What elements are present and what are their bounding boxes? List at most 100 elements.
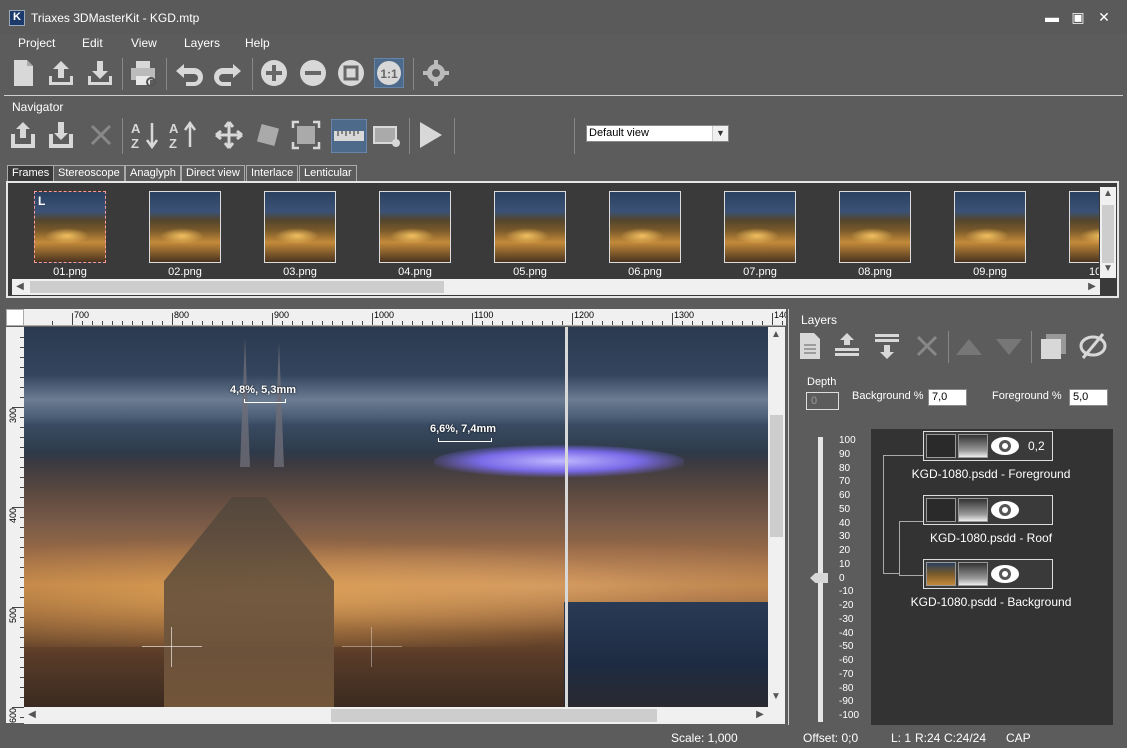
frame-thumbnail[interactable]: 02.png bbox=[149, 191, 221, 278]
visibility-eye-icon[interactable] bbox=[990, 564, 1020, 584]
import-icon[interactable] bbox=[8, 120, 38, 150]
frames-horizontal-scrollbar[interactable]: ◀ ▶ bbox=[12, 279, 1100, 295]
frame-thumbnail[interactable]: 06.png bbox=[609, 191, 681, 278]
frame-thumbnail[interactable]: 05.png bbox=[494, 191, 566, 278]
menu-project[interactable]: Project bbox=[18, 36, 55, 50]
close-button[interactable]: ✕ bbox=[1095, 8, 1113, 26]
ruler-label: 1300 bbox=[674, 310, 695, 320]
tab-stereoscope[interactable]: Stereoscope bbox=[53, 165, 125, 181]
frame-thumbnail[interactable]: 07.png bbox=[724, 191, 796, 278]
crop-icon[interactable] bbox=[291, 120, 321, 150]
ruler-tick bbox=[82, 321, 83, 325]
ruler-tick bbox=[762, 321, 763, 325]
chevron-down-icon[interactable]: ▼ bbox=[712, 126, 728, 141]
tab-interlace[interactable]: Interlace bbox=[246, 165, 299, 181]
menu-layers[interactable]: Layers bbox=[184, 36, 220, 50]
frames-vertical-scrollbar[interactable]: ▲ ▼ bbox=[1100, 187, 1116, 278]
scroll-right-icon[interactable]: ▶ bbox=[752, 709, 768, 720]
zoom-out-icon[interactable] bbox=[298, 58, 328, 88]
foreground-percent-input[interactable]: 5,0 bbox=[1069, 389, 1108, 406]
undo-icon[interactable] bbox=[174, 58, 204, 88]
frame-thumbnail[interactable]: 10 bbox=[1069, 191, 1099, 277]
scrollbar-thumb[interactable] bbox=[30, 281, 444, 293]
frame-image bbox=[1069, 191, 1099, 263]
zoom-actual-icon[interactable]: 1:1 bbox=[374, 58, 404, 88]
hide-layer-icon[interactable] bbox=[1078, 331, 1108, 361]
layer-roof-row[interactable] bbox=[923, 495, 1053, 525]
view-mode-select[interactable]: Default view ▼ bbox=[586, 125, 729, 142]
frame-thumbnail[interactable]: 03.png bbox=[264, 191, 336, 278]
foreground-percent-label: Foreground % bbox=[992, 390, 1062, 402]
ruler-tick bbox=[402, 321, 403, 325]
ruler-tick bbox=[112, 321, 113, 325]
frame-settings-icon[interactable] bbox=[371, 120, 401, 150]
stereo-split-line[interactable] bbox=[565, 327, 568, 707]
menu-help[interactable]: Help bbox=[245, 36, 270, 50]
maximize-button[interactable]: ▣ bbox=[1069, 8, 1087, 26]
background-percent-input[interactable]: 7,0 bbox=[928, 389, 967, 406]
layer-up-icon[interactable] bbox=[832, 331, 862, 361]
tab-anaglyph[interactable]: Anaglyph bbox=[125, 165, 181, 181]
export-icon[interactable] bbox=[46, 120, 76, 150]
ruler-label: 700 bbox=[74, 310, 90, 320]
menu-edit[interactable]: Edit bbox=[82, 36, 103, 50]
ruler-tick bbox=[382, 321, 383, 325]
upload-icon[interactable] bbox=[46, 58, 76, 88]
frame-thumbnail[interactable]: L 01.png bbox=[34, 191, 106, 278]
minimize-button[interactable]: ▬ bbox=[1043, 8, 1061, 26]
layer-down-icon[interactable] bbox=[872, 331, 902, 361]
new-layer-icon[interactable] bbox=[795, 331, 825, 361]
ruler-tick bbox=[192, 321, 193, 325]
visibility-eye-icon[interactable] bbox=[990, 500, 1020, 520]
canvas-horizontal-scrollbar[interactable]: ◀ ▶ bbox=[24, 707, 768, 724]
redo-icon[interactable] bbox=[213, 58, 243, 88]
scrollbar-thumb[interactable] bbox=[770, 415, 783, 537]
layer-foreground-row[interactable]: 0,2 bbox=[923, 431, 1053, 461]
visibility-eye-icon[interactable] bbox=[990, 436, 1020, 456]
stereo-preview-canvas[interactable]: 4,8%, 5,3mm 6,6%, 7,4mm bbox=[24, 327, 768, 707]
scroll-right-icon[interactable]: ▶ bbox=[1084, 281, 1100, 292]
ruler-tick bbox=[252, 321, 253, 325]
print-icon[interactable] bbox=[128, 58, 158, 88]
move-layer-down-icon[interactable] bbox=[994, 331, 1024, 361]
frame-thumbnail[interactable]: 09.png bbox=[954, 191, 1026, 278]
delete-layer-icon[interactable] bbox=[912, 331, 942, 361]
scroll-down-icon[interactable]: ▼ bbox=[1100, 263, 1116, 274]
delete-icon[interactable] bbox=[86, 120, 116, 150]
scroll-up-icon[interactable]: ▲ bbox=[1100, 188, 1116, 199]
depth-scale-label: -20 bbox=[839, 600, 854, 611]
scroll-up-icon[interactable]: ▲ bbox=[768, 329, 784, 340]
zoom-fit-icon[interactable] bbox=[336, 58, 366, 88]
download-icon[interactable] bbox=[85, 58, 115, 88]
depth-input[interactable]: 0 bbox=[806, 392, 839, 410]
svg-text:A: A bbox=[131, 121, 141, 136]
ruler-icon[interactable] bbox=[331, 119, 367, 153]
depth-slider-thumb[interactable] bbox=[810, 573, 828, 583]
scroll-left-icon[interactable]: ◀ bbox=[12, 281, 28, 292]
scroll-left-icon[interactable]: ◀ bbox=[24, 709, 40, 720]
zoom-in-icon[interactable] bbox=[259, 58, 289, 88]
menu-view[interactable]: View bbox=[131, 36, 157, 50]
move-layer-up-icon[interactable] bbox=[954, 331, 984, 361]
frame-thumbnail[interactable]: 08.png bbox=[839, 191, 911, 278]
canvas-vertical-scrollbar[interactable]: ▲ ▼ bbox=[768, 327, 785, 707]
left-eye-marker: L bbox=[38, 194, 46, 208]
sort-descending-icon[interactable]: AZ bbox=[168, 120, 198, 150]
tab-lenticular[interactable]: Lenticular bbox=[299, 165, 357, 181]
tab-frames[interactable]: Frames bbox=[7, 165, 55, 181]
tree-connector bbox=[899, 575, 923, 576]
scroll-down-icon[interactable]: ▼ bbox=[768, 691, 784, 702]
scrollbar-thumb[interactable] bbox=[1102, 205, 1114, 263]
layer-background-row[interactable] bbox=[923, 559, 1053, 589]
scrollbar-thumb[interactable] bbox=[331, 709, 657, 722]
duplicate-layer-icon[interactable] bbox=[1038, 331, 1068, 361]
move-icon[interactable] bbox=[214, 120, 244, 150]
settings-gear-icon[interactable] bbox=[421, 58, 451, 88]
sort-ascending-icon[interactable]: AZ bbox=[130, 120, 160, 150]
tab-direct-view[interactable]: Direct view bbox=[181, 165, 245, 181]
frame-thumbnail[interactable]: 04.png bbox=[379, 191, 451, 278]
ruler-tick bbox=[502, 321, 503, 325]
rotate-frame-icon[interactable] bbox=[253, 120, 283, 150]
new-document-icon[interactable] bbox=[8, 58, 38, 88]
play-icon[interactable] bbox=[415, 120, 445, 150]
